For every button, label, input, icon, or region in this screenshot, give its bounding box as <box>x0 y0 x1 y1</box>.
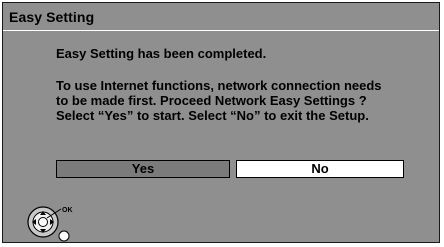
instruction-line-3: Select “Yes” to start. Select “No” to ex… <box>56 108 369 123</box>
completion-message: Easy Setting has been completed. <box>56 46 267 61</box>
instruction-line-2: to be made first. Proceed Network Easy S… <box>56 93 367 108</box>
yes-button[interactable]: Yes <box>56 160 230 178</box>
ok-label: OK <box>62 207 73 214</box>
page-title: Easy Setting <box>9 9 95 25</box>
remote-dpad-icon: OK <box>27 206 73 242</box>
easy-setting-screen: Easy Setting Easy Setting has been compl… <box>2 2 440 243</box>
title-divider <box>3 30 439 31</box>
instruction-line-1: To use Internet functions, network conne… <box>56 78 382 93</box>
no-button[interactable]: No <box>236 160 404 178</box>
